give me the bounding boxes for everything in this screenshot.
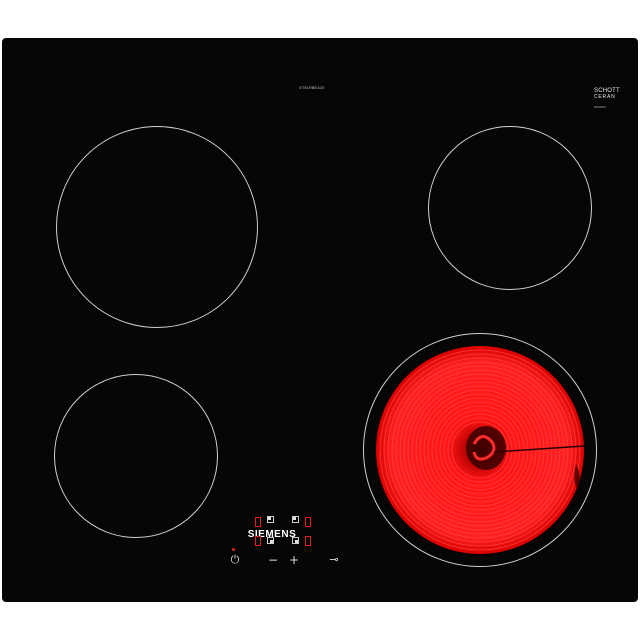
display-digit-left-top	[255, 517, 261, 527]
minus-icon[interactable]: −	[266, 554, 280, 566]
power-icon[interactable]: ⏻	[228, 554, 242, 566]
cooking-zone-rear-left	[56, 126, 258, 328]
glass-logo-line3: 0000000	[594, 105, 606, 109]
zone-selector-icon[interactable]	[267, 516, 274, 523]
heating-element-glow	[376, 346, 585, 554]
cooking-zone-front-left	[54, 374, 218, 538]
cooking-zone-rear-right	[428, 126, 592, 290]
model-code: ET61RBEA1E	[299, 85, 325, 90]
glass-logo: SCHOTT CERAN 0000000	[594, 88, 634, 110]
display-digit-right-top	[305, 517, 311, 527]
power-indicator-dot	[232, 548, 235, 551]
zone-selector-icon[interactable]	[267, 537, 274, 544]
zone-selector-icon[interactable]	[292, 516, 299, 523]
key-lock-icon[interactable]: ⊸	[326, 554, 342, 566]
cooking-zone-front-right-active	[363, 333, 597, 567]
display-digit-left-bottom	[255, 536, 261, 546]
cooktop-glass: ET61RBEA1E SCHOTT CERAN 0000000 SIEMENS …	[2, 38, 638, 602]
display-digit-right-bottom	[305, 536, 311, 546]
zone-selector-icon[interactable]	[292, 537, 299, 544]
plus-icon[interactable]: +	[287, 554, 301, 566]
glass-logo-line2: CERAN	[594, 94, 616, 100]
